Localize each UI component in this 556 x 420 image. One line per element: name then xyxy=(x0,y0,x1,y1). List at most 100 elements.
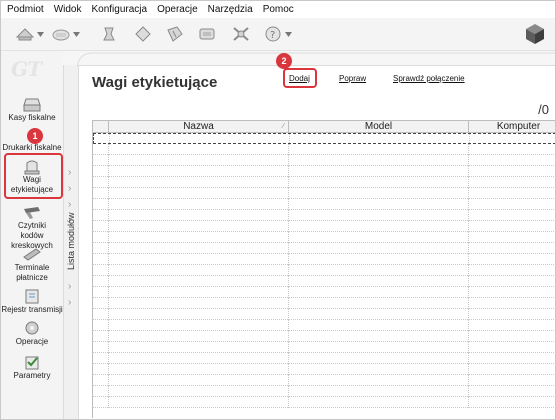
table-row[interactable] xyxy=(93,210,555,221)
sidebar-item-terminale-platnicze[interactable]: Terminale płatnicze xyxy=(1,245,63,283)
table-cell[interactable] xyxy=(93,221,109,232)
sidebar-item-kasy-fiskalne[interactable]: Kasy fiskalne xyxy=(1,95,63,123)
sidebar-item-czytniki-kodow[interactable]: Czytniki kodów kreskowych xyxy=(1,203,63,251)
table-cell[interactable] xyxy=(289,353,469,364)
module-list-strip[interactable]: › › › › Lista modułów › › xyxy=(63,65,79,419)
gear-icon[interactable] xyxy=(99,25,119,43)
table-cell[interactable] xyxy=(93,188,109,199)
table-row[interactable] xyxy=(93,177,555,188)
menu-konfiguracja[interactable]: Konfiguracja xyxy=(91,4,147,15)
table-cell[interactable] xyxy=(93,342,109,353)
table-cell[interactable] xyxy=(469,265,555,276)
table-cell[interactable] xyxy=(109,375,289,386)
table-cell[interactable] xyxy=(289,375,469,386)
table-cell[interactable] xyxy=(93,144,109,155)
table-cell[interactable] xyxy=(93,199,109,210)
table-cell[interactable] xyxy=(469,386,555,397)
menu-narzedzia[interactable]: Narzędzia xyxy=(208,4,253,15)
table-cell[interactable] xyxy=(289,188,469,199)
table-cell[interactable] xyxy=(289,177,469,188)
table-cell[interactable] xyxy=(289,232,469,243)
table-cell[interactable] xyxy=(109,287,289,298)
table-cell[interactable] xyxy=(93,243,109,254)
menu-operacje[interactable]: Operacje xyxy=(157,4,198,15)
table-row[interactable] xyxy=(93,298,555,309)
table-cell[interactable] xyxy=(289,331,469,342)
table-row[interactable] xyxy=(93,188,555,199)
table-cell[interactable] xyxy=(93,364,109,375)
table-row[interactable] xyxy=(93,144,555,155)
scale-icon[interactable] xyxy=(51,25,71,43)
table-cell[interactable] xyxy=(109,166,289,177)
table-cell[interactable] xyxy=(289,265,469,276)
table-cell[interactable] xyxy=(109,265,289,276)
table-cell[interactable] xyxy=(469,199,555,210)
package-icon[interactable] xyxy=(525,23,545,45)
edit-link[interactable]: Popraw xyxy=(339,74,366,83)
table-cell[interactable] xyxy=(469,144,555,155)
table-cell[interactable] xyxy=(93,265,109,276)
table-cell[interactable] xyxy=(469,155,555,166)
table-row[interactable] xyxy=(93,287,555,298)
table-cell[interactable] xyxy=(289,342,469,353)
table-cell[interactable] xyxy=(469,232,555,243)
tag-icon[interactable] xyxy=(133,25,153,43)
table-cell[interactable] xyxy=(469,320,555,331)
table-cell[interactable] xyxy=(289,166,469,177)
table-cell[interactable] xyxy=(289,144,469,155)
table-row[interactable] xyxy=(93,375,555,386)
table-cell[interactable] xyxy=(93,155,109,166)
table-cell[interactable] xyxy=(289,320,469,331)
table-cell[interactable] xyxy=(469,188,555,199)
table-cell[interactable] xyxy=(289,221,469,232)
table-cell[interactable] xyxy=(469,166,555,177)
cube-stack-icon[interactable] xyxy=(197,25,217,43)
barcode-tag-icon[interactable] xyxy=(165,25,185,43)
table-cell[interactable] xyxy=(93,276,109,287)
table-row[interactable] xyxy=(93,353,555,364)
table-cell[interactable] xyxy=(109,144,289,155)
table-cell[interactable] xyxy=(289,199,469,210)
table-cell[interactable] xyxy=(469,243,555,254)
table-cell[interactable] xyxy=(469,364,555,375)
table-row[interactable] xyxy=(93,309,555,320)
table-cell[interactable] xyxy=(93,254,109,265)
table-cell[interactable] xyxy=(289,276,469,287)
table-row[interactable] xyxy=(93,320,555,331)
table-row[interactable] xyxy=(93,397,555,408)
table-row[interactable] xyxy=(93,265,555,276)
table-cell[interactable] xyxy=(289,298,469,309)
table-row[interactable] xyxy=(93,166,555,177)
sidebar-item-rejestr-transmisji[interactable]: Rejestr transmisji xyxy=(1,287,63,315)
table-cell[interactable] xyxy=(93,210,109,221)
table-cell[interactable] xyxy=(93,375,109,386)
menu-pomoc[interactable]: Pomoc xyxy=(263,4,294,15)
table-cell[interactable] xyxy=(93,309,109,320)
table-cell[interactable] xyxy=(289,210,469,221)
table-cell[interactable] xyxy=(289,243,469,254)
table-cell[interactable] xyxy=(93,331,109,342)
table-cell[interactable] xyxy=(109,397,289,408)
table-cell[interactable] xyxy=(109,353,289,364)
table-cell[interactable] xyxy=(469,210,555,221)
table-row[interactable] xyxy=(93,386,555,397)
table-cell[interactable] xyxy=(93,166,109,177)
table-cell[interactable] xyxy=(109,155,289,166)
table-cell[interactable] xyxy=(109,210,289,221)
table-cell[interactable] xyxy=(109,199,289,210)
table-row[interactable] xyxy=(93,254,555,265)
column-header-nazwa[interactable]: Nazwa ⁄ xyxy=(109,121,289,133)
table-cell[interactable] xyxy=(469,331,555,342)
sidebar-item-operacje[interactable]: Operacje xyxy=(1,319,63,347)
table-cell[interactable] xyxy=(109,254,289,265)
table-cell[interactable] xyxy=(469,298,555,309)
table-cell[interactable] xyxy=(109,386,289,397)
column-header-komputer[interactable]: Komputer xyxy=(469,121,555,133)
table-cell[interactable] xyxy=(289,386,469,397)
table-cell[interactable] xyxy=(93,397,109,408)
table-row[interactable] xyxy=(93,232,555,243)
table-row[interactable] xyxy=(93,342,555,353)
table-cell[interactable] xyxy=(109,309,289,320)
table-cell[interactable] xyxy=(469,221,555,232)
table-cell[interactable] xyxy=(109,342,289,353)
